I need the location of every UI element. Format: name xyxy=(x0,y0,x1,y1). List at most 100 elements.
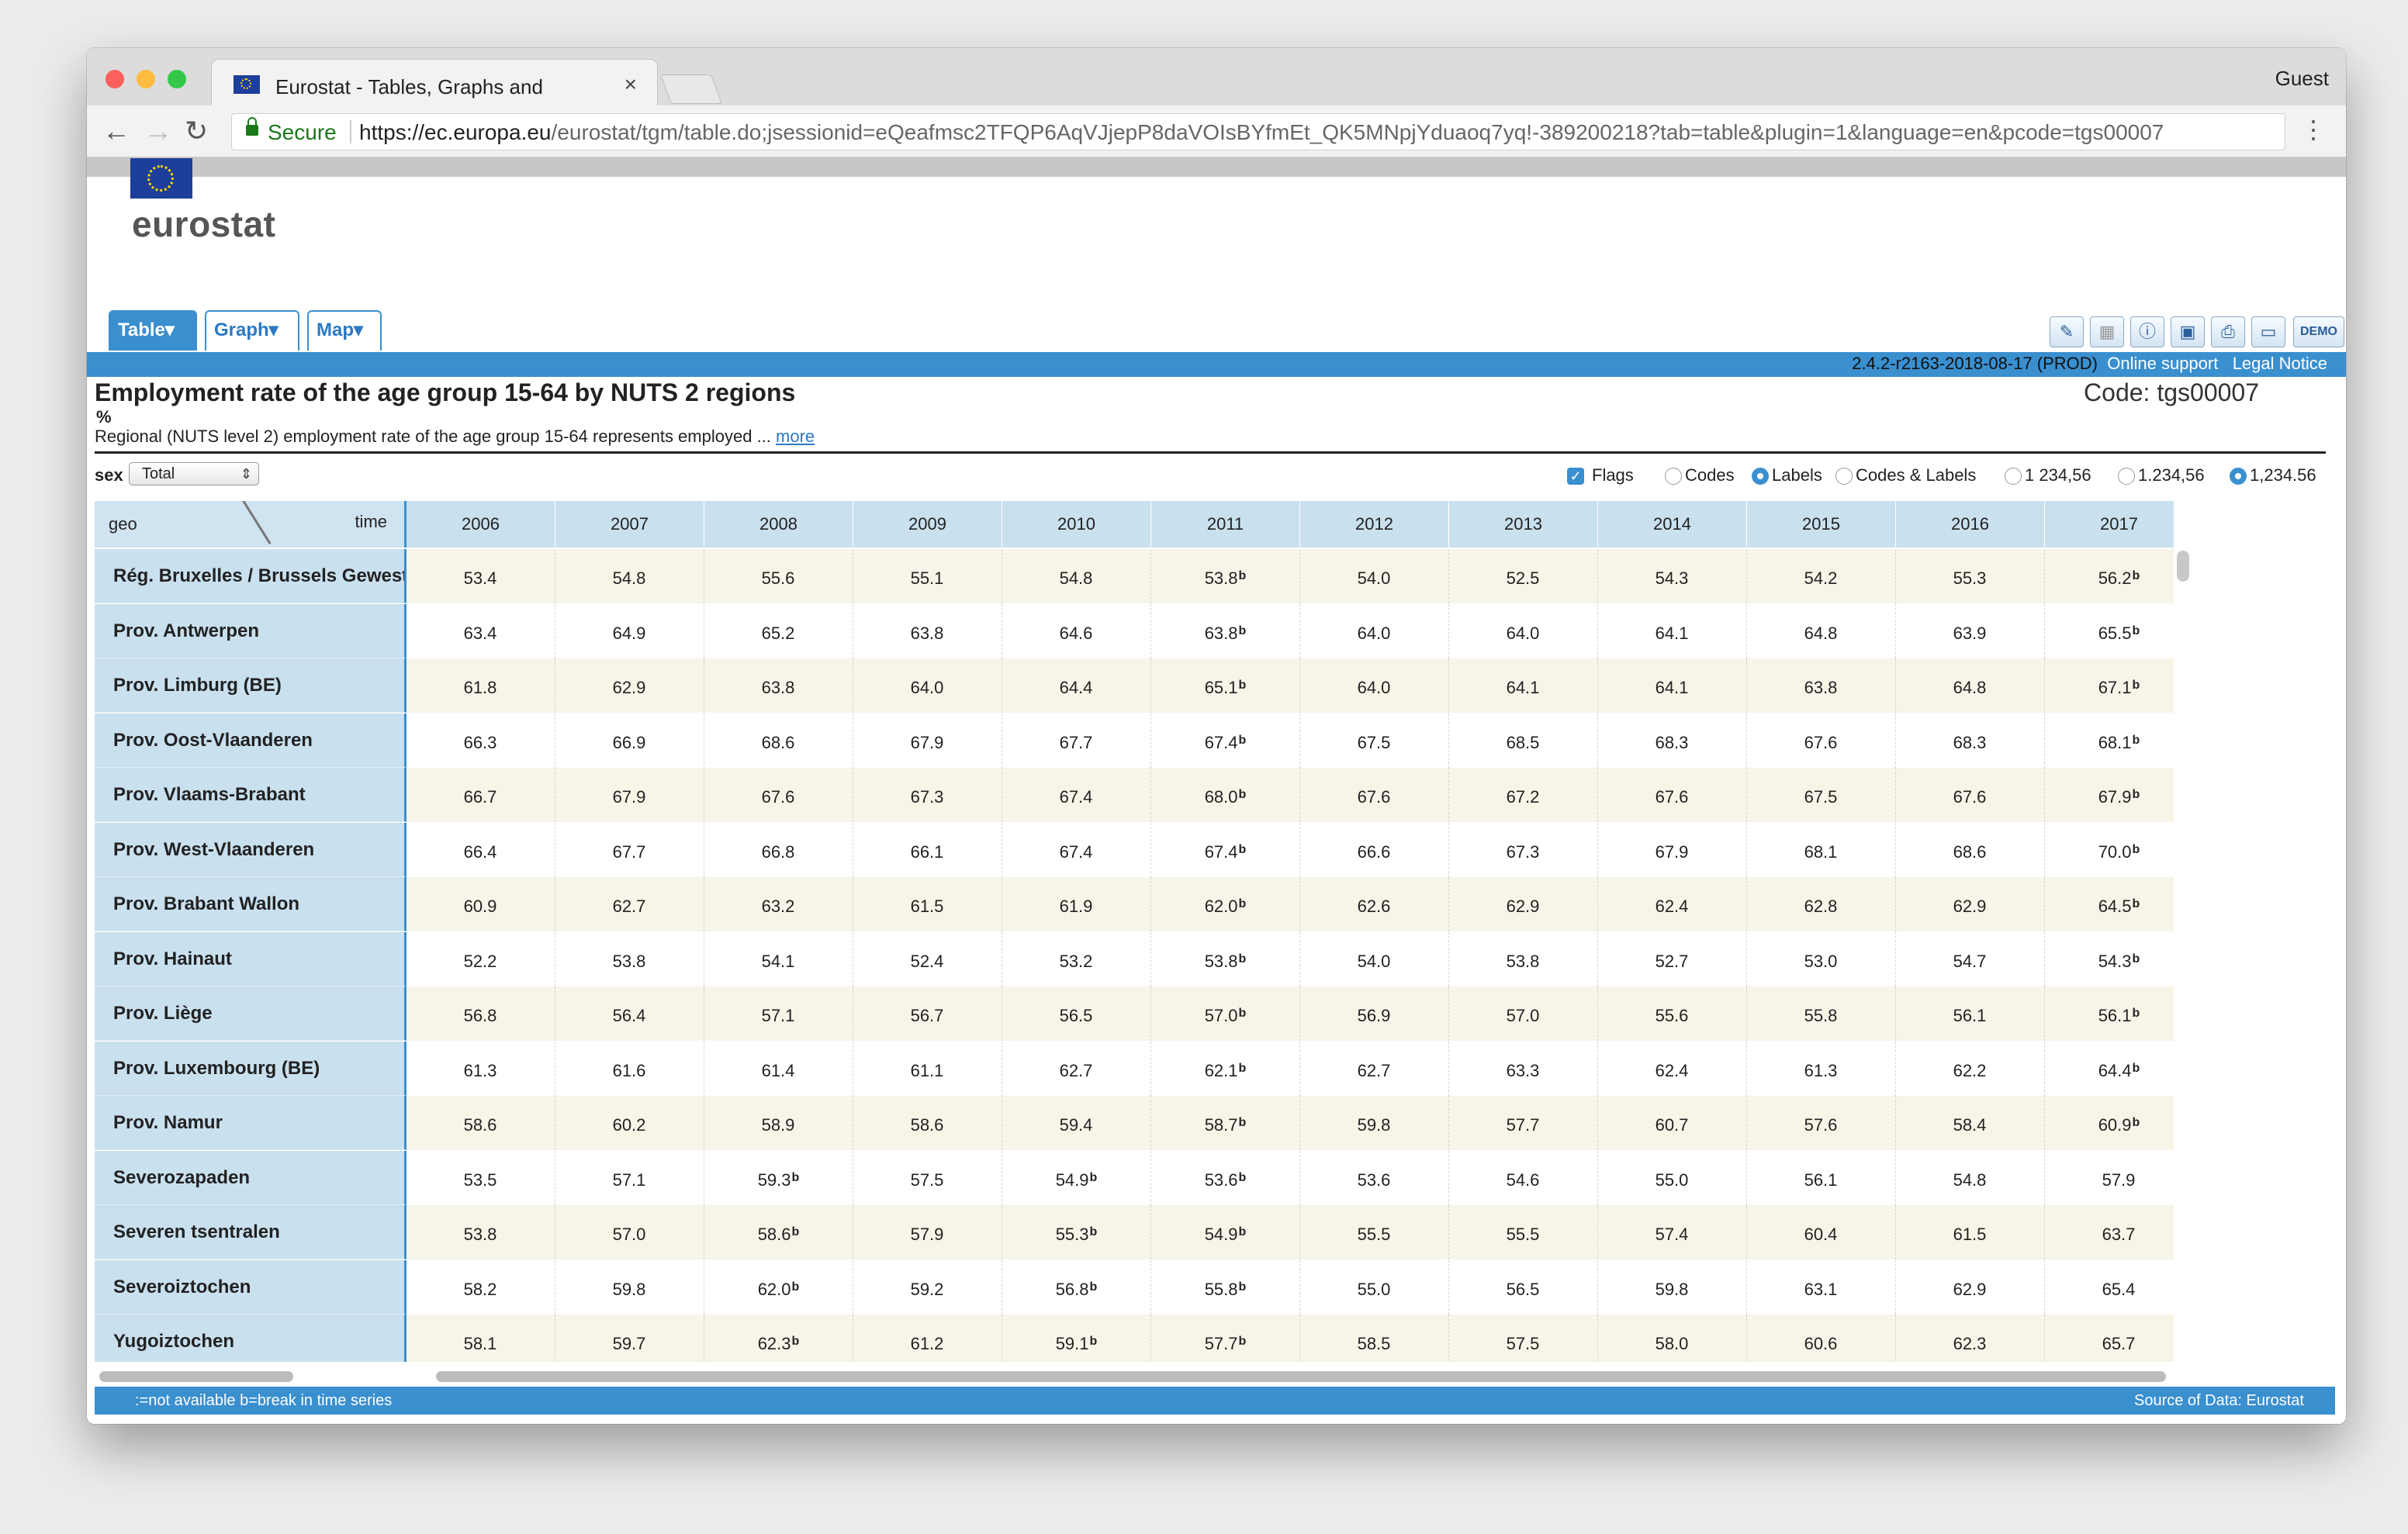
geo-cell[interactable]: Prov. Oost-Vlaanderen xyxy=(95,713,407,768)
value-cell[interactable]: 56.1 xyxy=(1747,1150,1896,1205)
value-cell[interactable]: 54.3 xyxy=(1598,549,1747,603)
value-cell[interactable]: 53.8b xyxy=(1151,931,1300,986)
close-tab-icon[interactable]: × xyxy=(624,72,637,97)
value-cell[interactable]: 62.9 xyxy=(555,658,704,713)
value-cell[interactable]: 63.8 xyxy=(1747,658,1896,713)
value-cell[interactable]: 64.1 xyxy=(1449,658,1598,713)
value-cell[interactable]: 64.5b xyxy=(2045,877,2174,931)
value-cell[interactable]: 68.1b xyxy=(2045,713,2174,768)
value-cell[interactable]: 53.8 xyxy=(555,931,704,986)
value-cell[interactable]: 57.9 xyxy=(853,1205,1002,1259)
eurostat-logo-text[interactable]: eurostat xyxy=(132,203,275,245)
tab-graph[interactable]: Graph▾ xyxy=(205,310,299,351)
value-cell[interactable]: 59.2 xyxy=(853,1259,1002,1315)
value-cell[interactable]: 56.4 xyxy=(555,986,704,1041)
tab-table[interactable]: Table▾ xyxy=(109,310,197,351)
folder-icon[interactable]: ▭ xyxy=(2251,316,2285,347)
value-cell[interactable]: 58.6 xyxy=(407,1096,555,1150)
value-cell[interactable]: 60.4 xyxy=(1747,1205,1896,1259)
value-cell[interactable]: 54.0 xyxy=(1300,549,1449,603)
value-cell[interactable]: 67.6 xyxy=(704,768,853,822)
value-cell[interactable]: 55.3 xyxy=(1896,549,2045,603)
value-cell[interactable]: 59.8 xyxy=(1300,1096,1449,1150)
value-cell[interactable]: 58.7b xyxy=(1151,1096,1300,1150)
number-format-2-radio[interactable] xyxy=(2118,468,2135,485)
geo-cell[interactable]: Severozapaden xyxy=(95,1150,407,1205)
value-cell[interactable]: 60.6 xyxy=(1747,1315,1896,1362)
value-cell[interactable]: 63.9 xyxy=(1896,603,2045,658)
value-cell[interactable]: 67.7 xyxy=(1002,713,1151,768)
value-cell[interactable]: 65.1b xyxy=(1151,658,1300,713)
value-cell[interactable]: 65.4 xyxy=(2045,1259,2174,1315)
value-cell[interactable]: 55.5 xyxy=(1449,1205,1598,1259)
year-header-cell[interactable]: 2016 xyxy=(1896,501,2045,548)
value-cell[interactable]: 53.6 xyxy=(1300,1150,1449,1205)
value-cell[interactable]: 57.1 xyxy=(555,1150,704,1205)
year-header-cell[interactable]: 2015 xyxy=(1747,501,1896,548)
value-cell[interactable]: 66.9 xyxy=(555,713,704,768)
legal-notice-link[interactable]: Legal Notice xyxy=(2233,354,2327,373)
value-cell[interactable]: 57.7 xyxy=(1449,1096,1598,1150)
value-cell[interactable]: 58.1 xyxy=(407,1315,555,1362)
tab-map[interactable]: Map▾ xyxy=(307,310,382,351)
value-cell[interactable]: 63.2 xyxy=(704,877,853,931)
value-cell[interactable]: 63.8b xyxy=(1151,603,1300,658)
value-cell[interactable]: 53.4 xyxy=(407,549,555,603)
more-link[interactable]: more xyxy=(776,427,815,446)
maximize-window-button[interactable] xyxy=(168,70,186,88)
value-cell[interactable]: 55.6 xyxy=(704,549,853,603)
value-cell[interactable]: 52.2 xyxy=(407,931,555,986)
year-header-cell[interactable]: 2007 xyxy=(555,501,704,548)
value-cell[interactable]: 68.1 xyxy=(1747,822,1896,877)
value-cell[interactable]: 62.3b xyxy=(704,1315,853,1362)
value-cell[interactable]: 57.9 xyxy=(2045,1150,2174,1205)
value-cell[interactable]: 55.3b xyxy=(1002,1205,1151,1259)
value-cell[interactable]: 58.6 xyxy=(853,1096,1002,1150)
value-cell[interactable]: 65.2 xyxy=(704,603,853,658)
close-window-button[interactable] xyxy=(106,70,124,88)
value-cell[interactable]: 60.7 xyxy=(1598,1096,1747,1150)
new-tab-button[interactable] xyxy=(660,74,722,104)
value-cell[interactable]: 62.0b xyxy=(704,1259,853,1315)
value-cell[interactable]: 68.3 xyxy=(1896,713,2045,768)
value-cell[interactable]: 59.3b xyxy=(704,1150,853,1205)
value-cell[interactable]: 62.6 xyxy=(1300,877,1449,931)
geo-cell[interactable]: Yugoiztochen xyxy=(95,1315,407,1362)
year-header-cell[interactable]: 2011 xyxy=(1151,501,1300,548)
value-cell[interactable]: 63.7 xyxy=(2045,1205,2174,1259)
value-cell[interactable]: 68.6 xyxy=(704,713,853,768)
value-cell[interactable]: 53.2 xyxy=(1002,931,1151,986)
value-cell[interactable]: 53.5 xyxy=(407,1150,555,1205)
geo-cell[interactable]: Rég. Bruxelles / Brussels Gewest xyxy=(95,549,407,603)
number-format-2-option[interactable]: 1.234,56 xyxy=(2118,465,2205,485)
url-text[interactable]: https://ec.europa.eu/eurostat/tgm/table.… xyxy=(359,120,2164,145)
value-cell[interactable]: 64.8 xyxy=(1747,603,1896,658)
value-cell[interactable]: 57.7b xyxy=(1151,1315,1300,1362)
value-cell[interactable]: 54.9b xyxy=(1151,1205,1300,1259)
eu-flag-logo-icon[interactable] xyxy=(130,158,192,199)
value-cell[interactable]: 52.5 xyxy=(1449,549,1598,603)
value-cell[interactable]: 62.7 xyxy=(1002,1041,1151,1096)
save-icon[interactable]: ▣ xyxy=(2171,316,2205,347)
value-cell[interactable]: 54.3b xyxy=(2045,931,2174,986)
number-format-1-radio[interactable] xyxy=(2005,468,2022,485)
value-cell[interactable]: 63.4 xyxy=(407,603,555,658)
number-format-1-option[interactable]: 1 234,56 xyxy=(2005,465,2091,485)
year-header-cell[interactable]: 2006 xyxy=(407,501,555,548)
value-cell[interactable]: 54.7 xyxy=(1896,931,2045,986)
value-cell[interactable]: 61.3 xyxy=(1747,1041,1896,1096)
value-cell[interactable]: 56.8b xyxy=(1002,1259,1151,1315)
value-cell[interactable]: 56.2b xyxy=(2045,549,2174,603)
value-cell[interactable]: 65.5b xyxy=(2045,603,2174,658)
value-cell[interactable]: 63.3 xyxy=(1449,1041,1598,1096)
value-cell[interactable]: 64.0 xyxy=(1300,603,1449,658)
value-cell[interactable]: 67.3 xyxy=(853,768,1002,822)
value-cell[interactable]: 55.6 xyxy=(1598,986,1747,1041)
value-cell[interactable]: 55.8b xyxy=(1151,1259,1300,1315)
year-header-cell[interactable]: 2013 xyxy=(1449,501,1598,548)
value-cell[interactable]: 67.2 xyxy=(1449,768,1598,822)
value-cell[interactable]: 62.9 xyxy=(1449,877,1598,931)
value-cell[interactable]: 54.8 xyxy=(1896,1150,2045,1205)
flags-checkbox[interactable]: ✓ xyxy=(1567,468,1584,485)
value-cell[interactable]: 70.0b xyxy=(2045,822,2174,877)
